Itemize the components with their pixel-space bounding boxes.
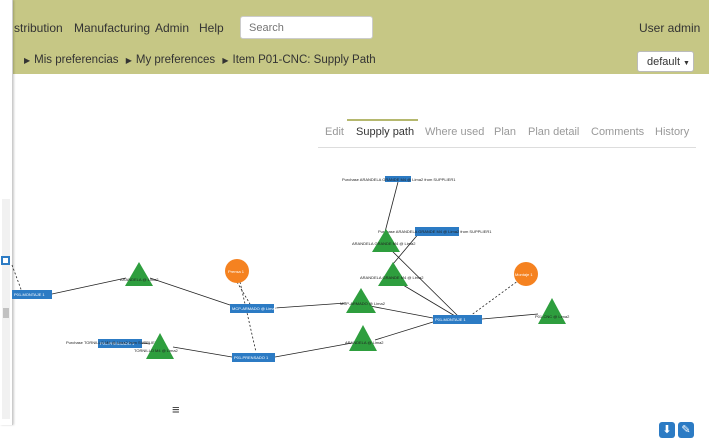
graph-node-label: Prensa 1 [228, 269, 245, 274]
tab-edit[interactable]: Edit [325, 126, 344, 138]
graph-node-label: P01-PRENSADO 1 [234, 355, 269, 360]
graph-node-operation[interactable] [349, 325, 377, 351]
graph-node-operation[interactable] [125, 262, 153, 286]
menu-admin[interactable]: Admin [155, 21, 189, 35]
tab-plan[interactable]: Plan [494, 126, 516, 138]
graph-edge [397, 281, 456, 317]
graph-node-label: Purchase ARANDELA GRANDE M4 @ Lima2 from… [378, 229, 492, 234]
wrench-icon[interactable]: ✎ [678, 422, 694, 438]
menu-distribution[interactable]: stribution [14, 21, 63, 35]
graph-edge [172, 346, 233, 358]
tab-comments[interactable]: Comments [591, 126, 644, 138]
breadcrumb-item-current: Item P01-CNC: Supply Path [232, 54, 376, 66]
graph-edge [236, 281, 251, 305]
download-icon[interactable]: ⬇ [659, 422, 675, 438]
graph-edge [384, 181, 399, 233]
supply-path-graph[interactable]: Purchase ARANDELA GRANDE M4 @ Lima2 from… [0, 150, 709, 410]
breadcrumb-separator-icon: ▶ [125, 56, 132, 65]
breadcrumb-item[interactable]: Mis preferencias [34, 54, 118, 66]
search-input[interactable] [240, 16, 373, 39]
scenario-dropdown[interactable]: default ▼ [637, 51, 694, 72]
graph-node-label: ARANDELA GRANDE M4 @ Lima2 [360, 275, 424, 280]
graph-edge [51, 277, 127, 295]
graph-node-label: Purchase TORNILLO M4 @ Lima2 from SUPPLI… [66, 340, 161, 345]
graph-edge [239, 281, 257, 353]
graph-node-label: TORNILLO M4 @ Lima2 [134, 348, 179, 353]
user-menu[interactable]: User admin [639, 21, 700, 35]
graph-node-label: Purchase ARANDELA GRANDE M4 @ Lima2 from… [342, 177, 456, 182]
tab-plan-detail[interactable]: Plan detail [528, 126, 579, 138]
graph-node-label: ARANDELA @ Lima2 [345, 340, 384, 345]
graph-edge [481, 313, 539, 320]
graph-edge [149, 277, 231, 306]
graph-node-label: MCP-ARMADO @ Lima2 [340, 301, 386, 306]
scenario-label: default [647, 56, 681, 68]
breadcrumb: ▶ Mis preferencias ▶ My preferences ▶ Item … [20, 54, 376, 66]
graph-node-label: P01-MONTAJE 1 [435, 317, 466, 322]
graph-node-label: MCP-ARMADO @ Lima2 [232, 306, 278, 311]
graph-node-operation[interactable] [378, 262, 408, 286]
graph-edges [11, 181, 539, 358]
menu-manufacturing[interactable]: Manufacturing [74, 21, 150, 35]
breadcrumb-separator-icon: ▶ [222, 56, 229, 65]
graph-node-label: P01-CNC @ Lima2 [535, 314, 570, 319]
graph-node-label: ARANDELA @ Lima2 [120, 277, 159, 282]
graph-menu-icon[interactable]: ≡ [172, 402, 180, 417]
graph-edge [374, 321, 434, 341]
tab-where-used[interactable]: Where used [425, 126, 484, 138]
breadcrumb-item[interactable]: My preferences [136, 54, 215, 66]
graph-node-label: ARANDELA GRANDE M4 @ Lima2 [352, 241, 416, 246]
caret-down-icon: ▼ [683, 60, 690, 67]
tab-history[interactable]: History [655, 126, 689, 138]
graph-node-label: P01-MONTAJE 1 [14, 292, 45, 297]
graph-edge [274, 342, 353, 358]
graph-edge [274, 302, 347, 309]
item-tabs: Edit Supply path Where used Plan Plan de… [318, 119, 696, 148]
graph-edge [11, 264, 23, 293]
graph-node-operation[interactable] [538, 298, 566, 324]
graph-node-label: Montaje 1 [515, 272, 533, 277]
graph-edge [369, 305, 434, 319]
menu-help[interactable]: Help [199, 21, 224, 35]
breadcrumb-separator-icon: ▶ [24, 56, 31, 65]
tab-supply-path[interactable]: Supply path [356, 126, 414, 138]
active-tab-indicator [347, 119, 418, 121]
graph-node-operation[interactable] [146, 333, 174, 359]
